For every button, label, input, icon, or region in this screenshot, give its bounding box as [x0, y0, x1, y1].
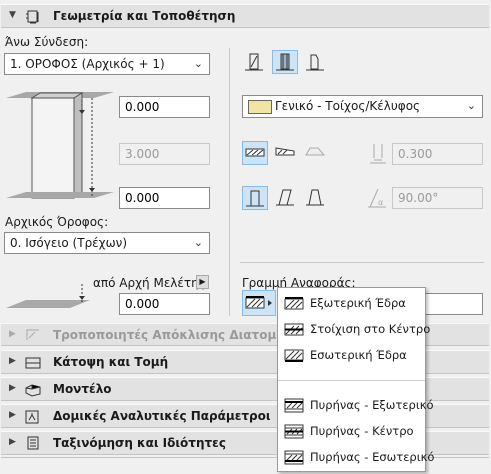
section-header-geometry[interactable]: ▼ Γεωμετρία και Τοποθέτηση: [1, 4, 489, 28]
structure-profile-button[interactable]: [303, 51, 329, 75]
exterior-face-icon: [284, 297, 304, 310]
chevron-down-icon: ⌄: [466, 99, 476, 112]
thickness-icon: [370, 144, 386, 164]
row-divider: [240, 262, 484, 263]
composite-dropdown[interactable]: Γενικό - Τοίχος/Κέλυφος ⌄: [242, 95, 483, 118]
menu-item-exterior-face[interactable]: Εξωτερική Έδρα: [278, 291, 425, 317]
shape-straight-button[interactable]: [242, 141, 268, 165]
height-field: [119, 143, 210, 165]
shape-polygonal-button[interactable]: [303, 141, 329, 165]
structure-composite-button[interactable]: [272, 50, 298, 74]
reference-line-menu: Εξωτερική Έδρα Στοίχιση στο Κέντρο Εσωτε…: [277, 287, 434, 472]
profile-modifier-icon: [26, 329, 39, 340]
project-zero-field[interactable]: [119, 293, 210, 315]
chevron-down-icon: ⌄: [193, 57, 203, 70]
svg-text:α: α: [378, 198, 383, 207]
menu-item-core-center[interactable]: Πυρήνας - Κέντρο: [278, 419, 425, 445]
expand-arrow-icon[interactable]: ▶: [9, 356, 16, 366]
floorplan-section-icon: [25, 357, 41, 369]
slanted-wall-icon: [276, 189, 294, 206]
center-line-icon: [284, 323, 304, 336]
top-link-dropdown[interactable]: 1. ΟΡΟΦΟΣ (Αρχικός + 1) ⌄: [4, 53, 210, 75]
core-center-icon: [284, 424, 304, 439]
expand-arrow-icon[interactable]: ▶: [9, 383, 16, 393]
menu-item-core-exterior[interactable]: Πυρήνας - Εξωτερικό: [278, 393, 434, 419]
structure-basic-button[interactable]: [242, 51, 268, 75]
reference-offset-field[interactable]: [424, 293, 483, 315]
shape-trapezoid-button[interactable]: [273, 141, 299, 165]
thickness-field: [392, 143, 483, 165]
expand-arrow-icon[interactable]: ▶: [9, 437, 16, 447]
polygonal-wall-icon: [305, 147, 326, 156]
double-slanted-wall-icon: [306, 189, 324, 206]
core-interior-icon: [284, 450, 304, 465]
menu-item-core-interior[interactable]: Πυρήνας - Εσωτερικό: [278, 445, 434, 471]
slant-vertical-button[interactable]: [242, 186, 268, 210]
project-zero-label: από Αρχή Μελέτης: [93, 276, 206, 290]
interior-face-icon: [284, 349, 304, 362]
menu-item-center[interactable]: Στοίχιση στο Κέντρο: [278, 317, 430, 343]
wall-height-diagram-icon: [6, 92, 114, 199]
angle-icon: α: [368, 188, 386, 208]
expand-arrow-icon: ▶: [9, 329, 16, 339]
menu-separator: [278, 380, 425, 381]
slant-single-button[interactable]: [273, 186, 299, 210]
core-exterior-icon: [284, 398, 304, 413]
collapse-arrow-icon[interactable]: ▼: [9, 10, 16, 20]
composite-fill-icon: [248, 100, 272, 114]
chevron-down-icon: ⌄: [193, 236, 203, 249]
wall-basic-icon: [245, 53, 263, 71]
top-link-label: Άνω Σύνδεση:: [5, 35, 89, 49]
trapezoid-wall-icon: [275, 147, 295, 156]
classification-icon: [27, 436, 39, 450]
expand-arrow-icon[interactable]: ▶: [9, 410, 16, 420]
column-divider: [229, 48, 230, 316]
structural-analysis-icon: [25, 410, 39, 424]
home-story-dropdown[interactable]: 0. Ισόγειο (Τρέχων) ⌄: [4, 232, 210, 254]
reference-line-button[interactable]: [242, 290, 276, 316]
wall-composite-icon: [276, 53, 294, 71]
menu-item-interior-face[interactable]: Εσωτερική Έδρα: [278, 343, 425, 369]
straight-wall-icon: [245, 148, 265, 157]
section-title: Γεωμετρία και Τοποθέτηση: [53, 9, 236, 23]
project-zero-icon: [6, 284, 90, 308]
vertical-wall-icon: [246, 190, 264, 207]
home-story-label: Αρχικός Όροφος:: [5, 215, 109, 229]
bottom-offset-field[interactable]: [119, 187, 210, 209]
model-cube-icon: [25, 384, 41, 397]
reference-line-icon: [245, 296, 272, 309]
angle-field: [392, 187, 483, 209]
wall-profile-icon: [306, 54, 324, 71]
top-offset-field[interactable]: [119, 96, 210, 118]
slant-double-button[interactable]: [303, 186, 329, 210]
geometry-icon: [26, 10, 39, 24]
project-zero-menu-button[interactable]: ▶: [196, 275, 209, 289]
